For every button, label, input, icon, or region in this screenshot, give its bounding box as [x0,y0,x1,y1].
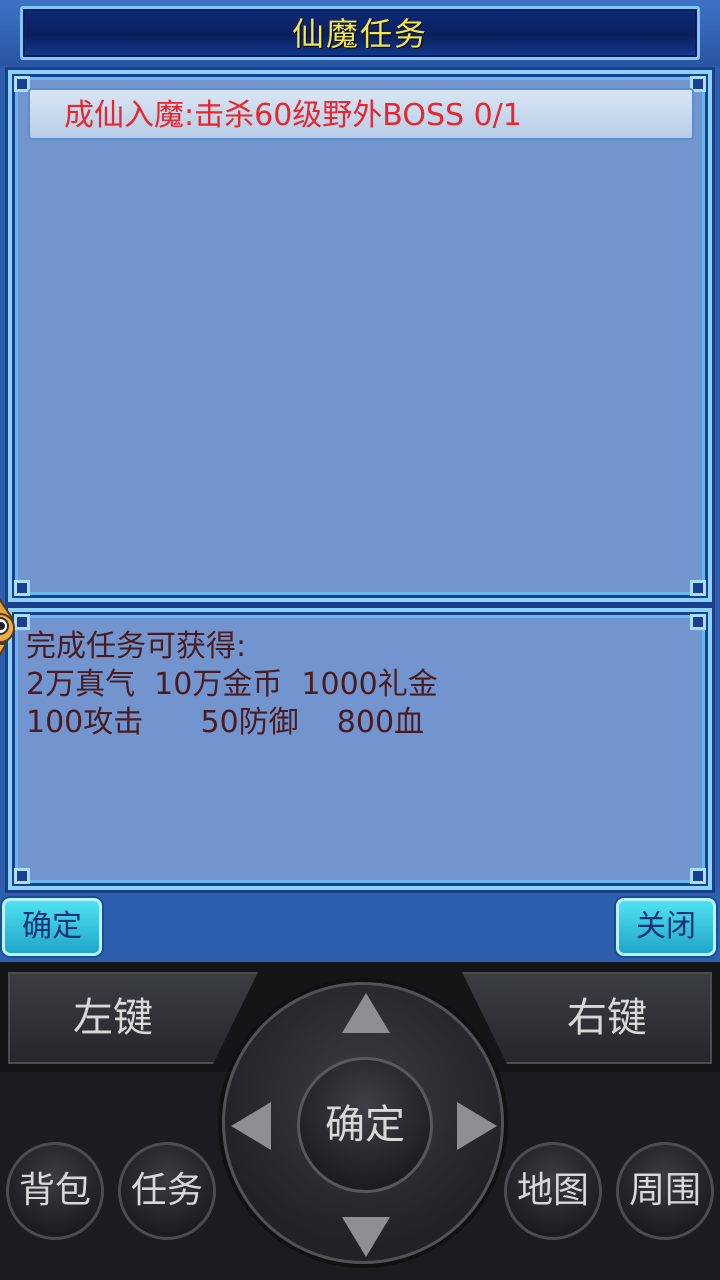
corner-ornament [14,868,30,884]
dpad-left-icon[interactable] [231,1102,271,1150]
reward-panel: 完成任务可获得: 2万真气 10万金币 1000礼金 100攻击 50防御 80… [8,608,712,890]
map-button[interactable]: 地图 [504,1142,602,1240]
reward-line: 100攻击 50防御 800血 [26,705,425,740]
dpad-down-icon[interactable] [342,1217,390,1257]
around-button[interactable]: 周围 [616,1142,714,1240]
task-button[interactable]: 任务 [118,1142,216,1240]
close-button[interactable]: 关闭 [616,898,716,956]
title-bar: 仙魔任务 [0,0,720,66]
game-screen: 仙魔任务 成仙入魔:击杀60级野外BOSS 0/1 完成任务可获得: 2万真气 … [0,0,720,962]
mascot-icon [0,598,15,657]
reward-description: 完成任务可获得: 2万真气 10万金币 1000礼金 100攻击 50防御 80… [26,628,686,742]
confirm-button[interactable]: 确定 [2,898,102,956]
corner-ornament [690,614,706,630]
quest-entry-text: 成仙入魔:击杀60级野外BOSS 0/1 [64,98,522,133]
dpad-center-button[interactable]: 确定 [297,1057,433,1193]
dpad-right-icon[interactable] [457,1102,497,1150]
corner-ornament [690,580,706,596]
virtual-controller: 左键 右键 确定 背包 任务 地图 周围 [0,962,720,1280]
reward-line: 2万真气 10万金币 1000礼金 [26,667,438,702]
quest-list-panel: 成仙入魔:击杀60级野外BOSS 0/1 [8,70,712,602]
corner-ornament [14,580,30,596]
bag-button[interactable]: 背包 [6,1142,104,1240]
dpad: 确定 [222,982,504,1264]
corner-ornament [690,868,706,884]
window-title: 仙魔任务 [291,15,428,53]
dpad-up-icon[interactable] [342,993,390,1033]
reward-heading: 完成任务可获得: [26,629,247,664]
quest-list-item[interactable]: 成仙入魔:击杀60级野外BOSS 0/1 [28,88,694,140]
